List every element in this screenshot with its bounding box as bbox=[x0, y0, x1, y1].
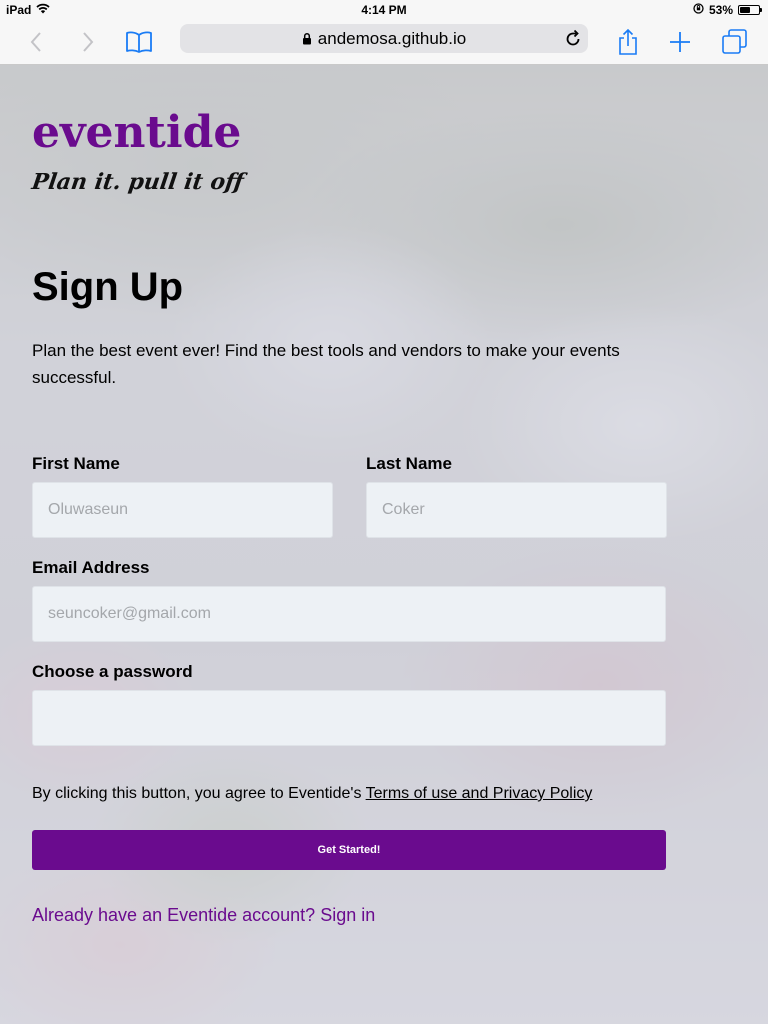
address-bar[interactable]: andemosa.github.io bbox=[180, 24, 588, 53]
url-text: andemosa.github.io bbox=[317, 28, 467, 48]
last-name-input[interactable] bbox=[366, 482, 667, 538]
plus-icon bbox=[670, 32, 690, 52]
back-button[interactable] bbox=[20, 26, 52, 58]
first-name-label: First Name bbox=[32, 454, 120, 473]
get-started-button[interactable]: Get Started! bbox=[32, 830, 666, 870]
email-input[interactable] bbox=[32, 586, 666, 642]
chevron-left-icon bbox=[30, 32, 41, 52]
terms-notice: By clicking this button, you agree to Ev… bbox=[32, 785, 592, 803]
password-label: Choose a password bbox=[32, 662, 193, 681]
share-button[interactable] bbox=[612, 26, 644, 58]
background-photo-overlay bbox=[0, 65, 768, 1024]
tabs-icon bbox=[722, 29, 747, 54]
forward-button[interactable] bbox=[72, 26, 104, 58]
first-name-input[interactable] bbox=[32, 482, 333, 538]
intro-text: Plan the best event ever! Find the best … bbox=[32, 341, 620, 387]
reload-icon[interactable] bbox=[564, 28, 582, 53]
terms-prefix: By clicking this button, you agree to Ev… bbox=[32, 785, 366, 802]
status-bar: iPad 4:14 PM 53% bbox=[0, 0, 768, 20]
page-title: Sign Up bbox=[32, 265, 184, 309]
terms-link[interactable]: Terms of use and Privacy Policy bbox=[366, 785, 593, 802]
battery-level bbox=[740, 7, 750, 13]
bookmarks-button[interactable] bbox=[123, 26, 155, 58]
chevron-right-icon bbox=[83, 32, 94, 52]
brand-logo[interactable]: eventide bbox=[32, 107, 241, 158]
password-input[interactable] bbox=[32, 690, 666, 746]
status-time: 4:14 PM bbox=[361, 3, 407, 17]
browser-toolbar: andemosa.github.io bbox=[0, 20, 768, 65]
status-right: 53% bbox=[693, 3, 762, 17]
battery-percent: 53% bbox=[708, 3, 733, 17]
lock-icon bbox=[302, 32, 312, 45]
page: eventide Plan it. pull it off Sign Up Pl… bbox=[0, 65, 768, 1024]
brand-tagline: Plan it. pull it off bbox=[30, 169, 246, 195]
last-name-label: Last Name bbox=[366, 454, 452, 473]
new-tab-button[interactable] bbox=[664, 26, 696, 58]
battery-icon bbox=[738, 5, 762, 15]
email-label: Email Address bbox=[32, 558, 150, 577]
orientation-lock-icon bbox=[693, 3, 704, 17]
book-icon bbox=[126, 31, 152, 53]
tabs-button[interactable] bbox=[719, 26, 751, 58]
share-icon bbox=[619, 28, 637, 55]
sign-in-link[interactable]: Already have an Eventide account? Sign i… bbox=[32, 905, 375, 926]
